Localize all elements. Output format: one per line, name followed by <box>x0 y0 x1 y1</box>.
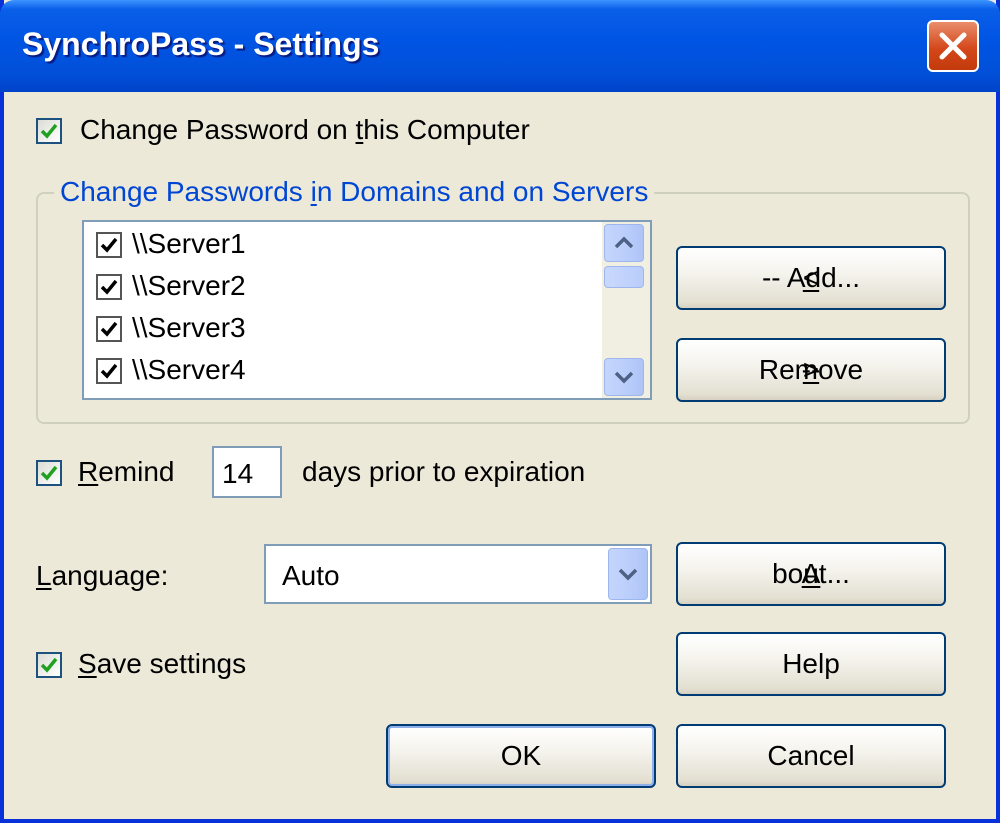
close-button[interactable] <box>927 20 979 72</box>
window-title: SynchroPass - Settings <box>22 26 380 62</box>
language-label: Language: <box>36 560 169 591</box>
checkmark-icon <box>40 657 58 673</box>
servers-group-title: Change Passwords in Domains and on Serve… <box>54 176 655 208</box>
remove-server-button[interactable]: -- > Remove <box>676 338 946 402</box>
server-list-scrollbar[interactable] <box>602 222 650 398</box>
remind-checkbox[interactable] <box>36 460 62 486</box>
settings-dialog: SynchroPass - Settings Change Password o… <box>0 0 1000 823</box>
checkmark-icon <box>100 279 118 295</box>
server-name: \\Server1 <box>132 228 246 259</box>
about-button-label: About... <box>772 558 850 589</box>
close-icon <box>939 32 967 60</box>
server-name: \\Server4 <box>132 354 246 385</box>
server-list[interactable]: \\Server1 \\Server2 \\Server3 \\Server4 <box>82 220 652 400</box>
remind-days-input[interactable]: 14 <box>212 446 282 498</box>
language-selected-value: Auto <box>282 560 340 591</box>
scroll-thumb[interactable] <box>604 266 644 288</box>
change-local-password-label: Change Password on this Computer <box>80 114 530 145</box>
cancel-button[interactable]: Cancel <box>676 724 946 788</box>
remind-days-value: 14 <box>222 458 254 489</box>
help-button[interactable]: Help <box>676 632 946 696</box>
chevron-down-icon <box>618 568 638 581</box>
scroll-down-button[interactable] <box>604 358 644 396</box>
save-settings-checkbox[interactable] <box>36 652 62 678</box>
checkmark-icon <box>40 123 58 139</box>
checkmark-icon <box>100 321 118 337</box>
about-button[interactable]: About... <box>676 542 946 606</box>
chevron-up-icon <box>614 236 634 249</box>
server-checkbox[interactable] <box>96 316 122 342</box>
ok-button-label: OK <box>500 740 542 771</box>
save-settings-label: Save settings <box>78 648 247 679</box>
dialog-body: Change Password on this Computer Change … <box>4 92 996 819</box>
server-checkbox[interactable] <box>96 274 122 300</box>
checkmark-icon <box>100 363 118 379</box>
checkmark-icon <box>100 237 118 253</box>
help-button-label: Help <box>782 648 840 679</box>
server-name: \\Server3 <box>132 312 246 343</box>
server-name: \\Server2 <box>132 270 246 301</box>
chevron-down-icon <box>614 371 634 384</box>
remind-label: Remind <box>78 456 175 487</box>
server-checkbox[interactable] <box>96 358 122 384</box>
add-server-button[interactable]: < -- Add... <box>676 246 946 310</box>
title-bar[interactable]: SynchroPass - Settings <box>0 0 1000 92</box>
language-select[interactable]: Auto <box>264 544 652 604</box>
remove-button-label: -- > Remove <box>758 354 864 385</box>
checkmark-icon <box>40 465 58 481</box>
ok-button[interactable]: OK <box>386 724 656 788</box>
language-dropdown-button[interactable] <box>608 548 648 600</box>
remind-suffix-label: days prior to expiration <box>302 456 586 487</box>
change-local-password-checkbox[interactable] <box>36 118 62 144</box>
add-button-label: < -- Add... <box>761 262 861 293</box>
scroll-up-button[interactable] <box>604 224 644 262</box>
server-checkbox[interactable] <box>96 232 122 258</box>
cancel-button-label: Cancel <box>767 740 855 771</box>
